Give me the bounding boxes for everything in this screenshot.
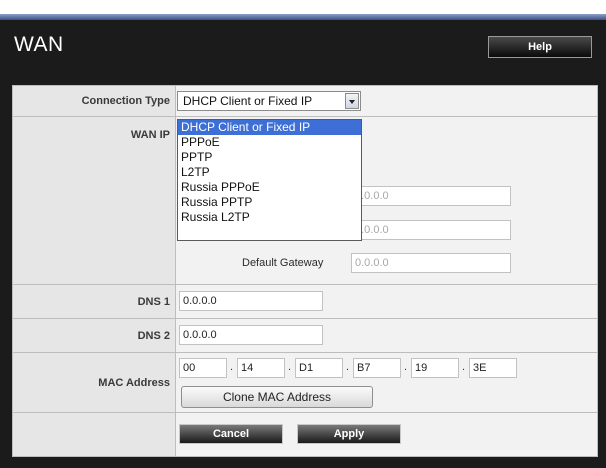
option-russia-pptp[interactable]: Russia PPTP xyxy=(178,195,361,210)
option-russia-l2tp[interactable]: Russia L2TP xyxy=(178,210,361,225)
mac-octet-6[interactable]: 3E xyxy=(469,358,517,378)
mac-octet-4[interactable]: B7 xyxy=(353,358,401,378)
option-l2tp[interactable]: L2TP xyxy=(178,165,361,180)
mac-label: MAC Address xyxy=(13,353,176,412)
mac-separator: . xyxy=(404,361,408,373)
wan-ip-field-1[interactable]: 0.0.0.0 xyxy=(351,186,511,206)
mac-octet-3[interactable]: D1 xyxy=(295,358,343,378)
clone-mac-button[interactable]: Clone MAC Address xyxy=(181,386,373,408)
option-pppoe[interactable]: PPPoE xyxy=(178,135,361,150)
top-stripe xyxy=(0,14,606,20)
connection-type-dropdown: DHCP Client or Fixed IP PPPoE PPTP L2TP … xyxy=(177,119,362,241)
help-button[interactable]: Help xyxy=(488,36,592,58)
actions-label-cell xyxy=(13,413,176,456)
mac-octet-1[interactable]: 00 xyxy=(179,358,227,378)
option-dhcp[interactable]: DHCP Client or Fixed IP xyxy=(178,120,361,135)
chevron-down-icon[interactable] xyxy=(345,93,359,109)
mac-separator: . xyxy=(230,361,234,373)
page-title: WAN xyxy=(14,33,64,56)
wan-ip-label: WAN IP xyxy=(13,117,176,284)
mac-octet-2[interactable]: 14 xyxy=(237,358,285,378)
connection-type-label: Connection Type xyxy=(13,86,176,116)
apply-button[interactable]: Apply xyxy=(297,424,401,444)
option-pptp[interactable]: PPTP xyxy=(178,150,361,165)
dns1-label: DNS 1 xyxy=(13,285,176,318)
dns1-row: DNS 1 0.0.0.0 xyxy=(13,285,597,319)
mac-octet-5[interactable]: 19 xyxy=(411,358,459,378)
mac-separator: . xyxy=(346,361,350,373)
default-gateway-input[interactable]: 0.0.0.0 xyxy=(351,253,511,273)
connection-type-row: Connection Type DHCP Client or Fixed IP xyxy=(13,86,597,117)
cancel-button[interactable]: Cancel xyxy=(179,424,283,444)
dns2-label: DNS 2 xyxy=(13,319,176,352)
connection-type-selected: DHCP Client or Fixed IP xyxy=(183,94,313,108)
connection-type-select[interactable]: DHCP Client or Fixed IP xyxy=(177,91,361,111)
dns2-row: DNS 2 0.0.0.0 xyxy=(13,319,597,353)
option-russia-pppoe[interactable]: Russia PPPoE xyxy=(178,180,361,195)
wan-settings-table: Connection Type DHCP Client or Fixed IP … xyxy=(12,85,598,457)
default-gateway-label: Default Gateway xyxy=(242,257,324,269)
mac-separator: . xyxy=(288,361,292,373)
dns2-input[interactable]: 0.0.0.0 xyxy=(179,325,323,345)
wan-ip-field-2[interactable]: 0.0.0.0 xyxy=(351,220,511,240)
mac-separator: . xyxy=(462,361,466,373)
dns1-input[interactable]: 0.0.0.0 xyxy=(179,291,323,311)
